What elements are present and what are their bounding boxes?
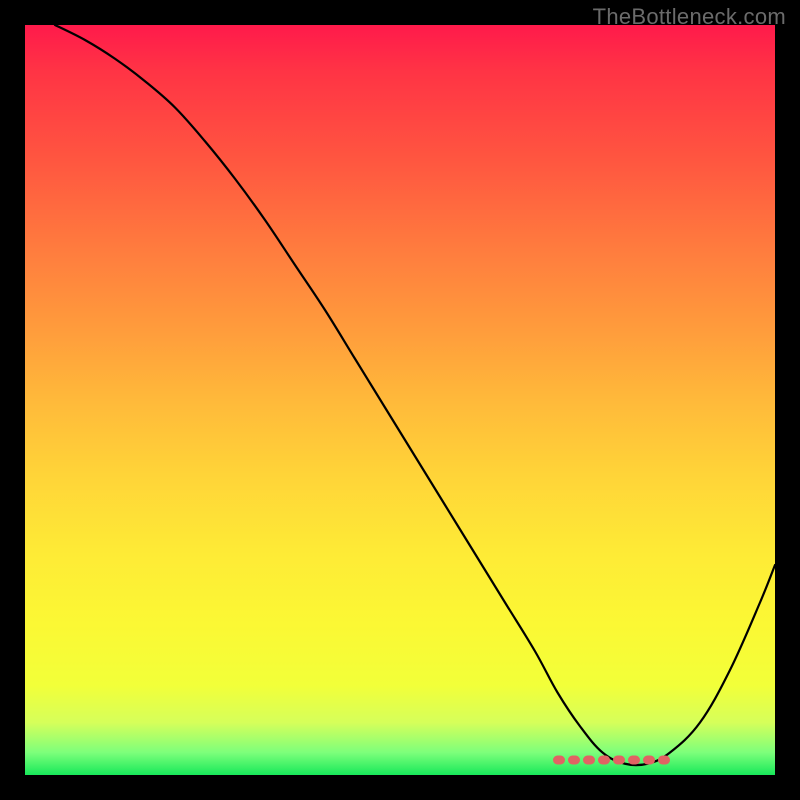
bottleneck-curve-svg: [25, 25, 775, 775]
bottleneck-curve: [55, 25, 775, 765]
plot-area: [25, 25, 775, 775]
chart-frame: TheBottleneck.com: [0, 0, 800, 800]
watermark-text: TheBottleneck.com: [593, 4, 786, 30]
